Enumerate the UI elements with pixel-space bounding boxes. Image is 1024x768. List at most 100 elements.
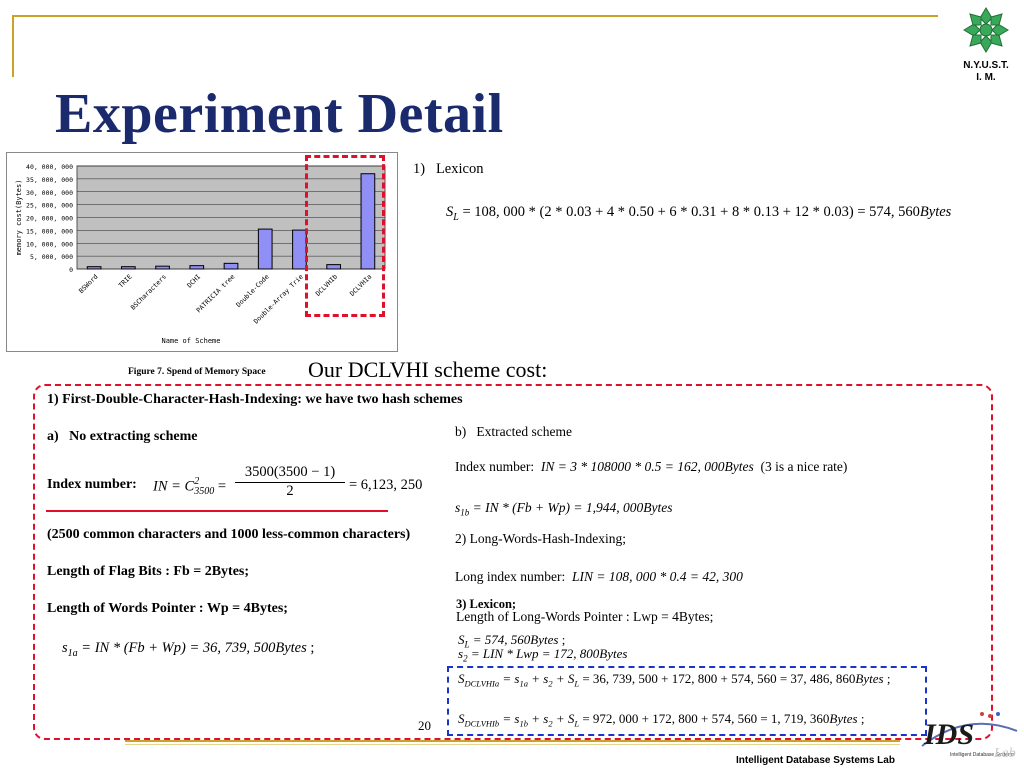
- s1a-equation: s1a = IN * (Fb + Wp) = 36, 739, 500Bytes…: [62, 640, 314, 659]
- eq-denominator: 2: [286, 483, 294, 499]
- cost-title: Our DCLVHI scheme cost:: [308, 357, 548, 382]
- eq-unit: Bytes: [919, 204, 952, 220]
- eq-unit: Bytes: [724, 459, 754, 474]
- footer-line-light: [125, 744, 900, 745]
- eq-subscript: 1b: [460, 507, 470, 518]
- eq-unit: Bytes: [855, 671, 884, 686]
- y-tick-label: 30, 000, 000: [26, 189, 73, 197]
- words-pointer-length: Length of Words Pointer : Wp = 4Bytes;: [47, 601, 288, 616]
- logo-text-line-2: I. M.: [976, 72, 996, 83]
- university-logo: N.Y.U.S.T. I. M.: [955, 5, 1017, 90]
- eq-unit: Bytes: [829, 711, 858, 726]
- eq-text: = s: [499, 711, 520, 726]
- university-emblem-icon: [963, 7, 1009, 53]
- highlight-dclvhi-bars: [305, 155, 385, 317]
- x-axis-label: Name of Scheme: [161, 337, 220, 345]
- eq-numerator: 3500(3500 − 1): [235, 464, 345, 483]
- eq-subscript: DCLVHIa: [464, 678, 500, 689]
- chart-bar: [189, 265, 205, 270]
- figure-caption: Figure 7. Spend of Memory Space: [128, 367, 266, 377]
- eq-text: + S: [552, 671, 575, 686]
- y-tick-label: 5, 000, 000: [30, 253, 73, 261]
- y-tick-label: 15, 000, 000: [26, 227, 73, 235]
- eq-text: = 108, 000 * (2 * 0.03 + 4 * 0.50 + 6 * …: [458, 204, 920, 220]
- eq-subscript: 1a: [67, 647, 78, 659]
- scheme-a-index-equation: Index number: IN = C 2 3500 = 3500(3500 − …: [47, 464, 422, 508]
- eq-note: (3 is a nice rate): [753, 459, 848, 474]
- eq-unit: Bytes: [275, 640, 307, 656]
- y-tick-label: 20, 000, 000: [26, 215, 73, 223]
- top-border-line: [12, 15, 938, 17]
- eq-subscript: 1b: [519, 718, 528, 729]
- flag-bits-length: Length of Flag Bits : Fb = 2Bytes;: [47, 564, 250, 579]
- eq-end: ;: [883, 671, 891, 686]
- scheme-b-index-equation: Index number: IN = 3 * 108000 * 0.5 = 16…: [455, 459, 847, 475]
- eq-result: = 6,123, 250: [349, 477, 423, 493]
- ids-logo-star-icon: [996, 712, 1000, 716]
- eq-text: IN = 3 * 108000 * 0.5 = 162, 000: [540, 459, 725, 474]
- eq-unit: Bytes: [530, 632, 559, 647]
- scheme-a-heading: a) No extracting scheme: [47, 429, 198, 444]
- y-tick-label: 10, 000, 000: [26, 240, 73, 248]
- eq-text: + s: [527, 711, 549, 726]
- chart-bar: [155, 265, 170, 270]
- scheme-b-heading: b) Extracted scheme: [455, 424, 572, 439]
- scheme-b-index-label: Index number:: [455, 459, 535, 474]
- eq-text: = s: [499, 671, 520, 686]
- eq-text: = IN * (Fb + Wp) = 36, 739, 500: [77, 640, 276, 656]
- chart-bar: [223, 262, 239, 270]
- x-tick-label: TRIE: [117, 273, 134, 290]
- s2-equation: s2 = LIN * Lwp = 172, 800Bytes: [458, 646, 627, 664]
- page-number: 20: [418, 718, 431, 733]
- y-tick-label: 35, 000, 000: [26, 176, 73, 184]
- eq-text: LIN = 108, 000 * 0.4 = 42, 300: [571, 569, 743, 584]
- eq-text: + S: [552, 711, 575, 726]
- ids-logo-icon: IDS Intelligent Database Systems Lab: [921, 712, 1018, 761]
- eq-unit: Bytes: [643, 500, 673, 515]
- eq-fraction: 3500(3500 − 1) 2: [235, 464, 345, 500]
- long-words-pointer-length: Length of Long-Words Pointer : Lwp = 4By…: [456, 609, 714, 624]
- eq-text: = 972, 000 + 172, 800 + 574, 560 = 1, 71…: [579, 711, 830, 726]
- eq-combination: IN = C 2 3500 =: [153, 476, 227, 497]
- left-border-line: [12, 15, 14, 77]
- y-tick-label: 0: [69, 266, 73, 274]
- footer-line: [125, 740, 900, 742]
- lexicon-heading: 1) Lexicon: [413, 161, 484, 177]
- scheme-a-index-label: Index number:: [47, 477, 137, 492]
- ids-logo-letters: IDS: [923, 718, 974, 751]
- x-tick-label: Double-Code: [235, 273, 271, 309]
- y-axis-label: memory cost(Bytes): [15, 180, 23, 256]
- eq-script: 2 3500: [194, 477, 214, 497]
- ids-lab-logo: IDS Intelligent Database Systems Lab: [912, 706, 1022, 762]
- s-dclvhib-equation: SDCLVHIb = s1b + s2 + SL = 972, 000 + 17…: [458, 711, 864, 729]
- section-1-heading: 1) First-Double-Character-Hash-Indexing:…: [47, 392, 463, 407]
- ids-logo-star-icon: [980, 712, 984, 716]
- lexicon-equation: SL = 108, 000 * (2 * 0.03 + 4 * 0.50 + 6…: [446, 204, 951, 223]
- eq-subscript: 3500: [194, 486, 215, 497]
- eq-end: ;: [558, 632, 566, 647]
- y-tick-label: 25, 000, 000: [26, 202, 73, 210]
- eq-text: = LIN * Lwp = 172, 800: [467, 646, 600, 661]
- eq-text: + s: [527, 671, 549, 686]
- x-tick-label: BSWord: [77, 273, 99, 295]
- section-2-heading: 2) Long-Words-Hash-Indexing;: [455, 531, 626, 546]
- eq-subscript: 1a: [519, 678, 528, 689]
- eq-text: = IN * (Fb + Wp) = 1,944, 000: [469, 500, 644, 515]
- eq-text: IN = C: [153, 478, 195, 495]
- eq-unit: Bytes: [599, 646, 628, 661]
- long-index-equation: Long index number: LIN = 108, 000 * 0.4 …: [455, 569, 743, 585]
- s-dclvhia-equation: SDCLVHIa = s1a + s2 + SL = 36, 739, 500 …: [458, 671, 890, 689]
- s1b-equation: s1b = IN * (Fb + Wp) = 1,944, 000Bytes: [455, 500, 672, 518]
- chart-bar: [86, 266, 102, 270]
- long-index-label: Long index number:: [455, 569, 566, 584]
- ids-logo-lab: Lab: [993, 746, 1016, 761]
- footer-lab-name: Intelligent Database Systems Lab: [736, 755, 895, 766]
- characters-note: (2500 common characters and 1000 less-co…: [47, 527, 411, 542]
- y-tick-label: 40, 000, 000: [26, 163, 73, 171]
- red-underline: [46, 510, 388, 512]
- eq-end: ;: [306, 640, 315, 656]
- eq-end: ;: [857, 711, 865, 726]
- x-tick-label: DCHI: [185, 273, 202, 290]
- slide-title: Experiment Detail: [55, 83, 504, 145]
- eq-text: = 36, 739, 500 + 172, 800 + 574, 560 = 3…: [579, 671, 856, 686]
